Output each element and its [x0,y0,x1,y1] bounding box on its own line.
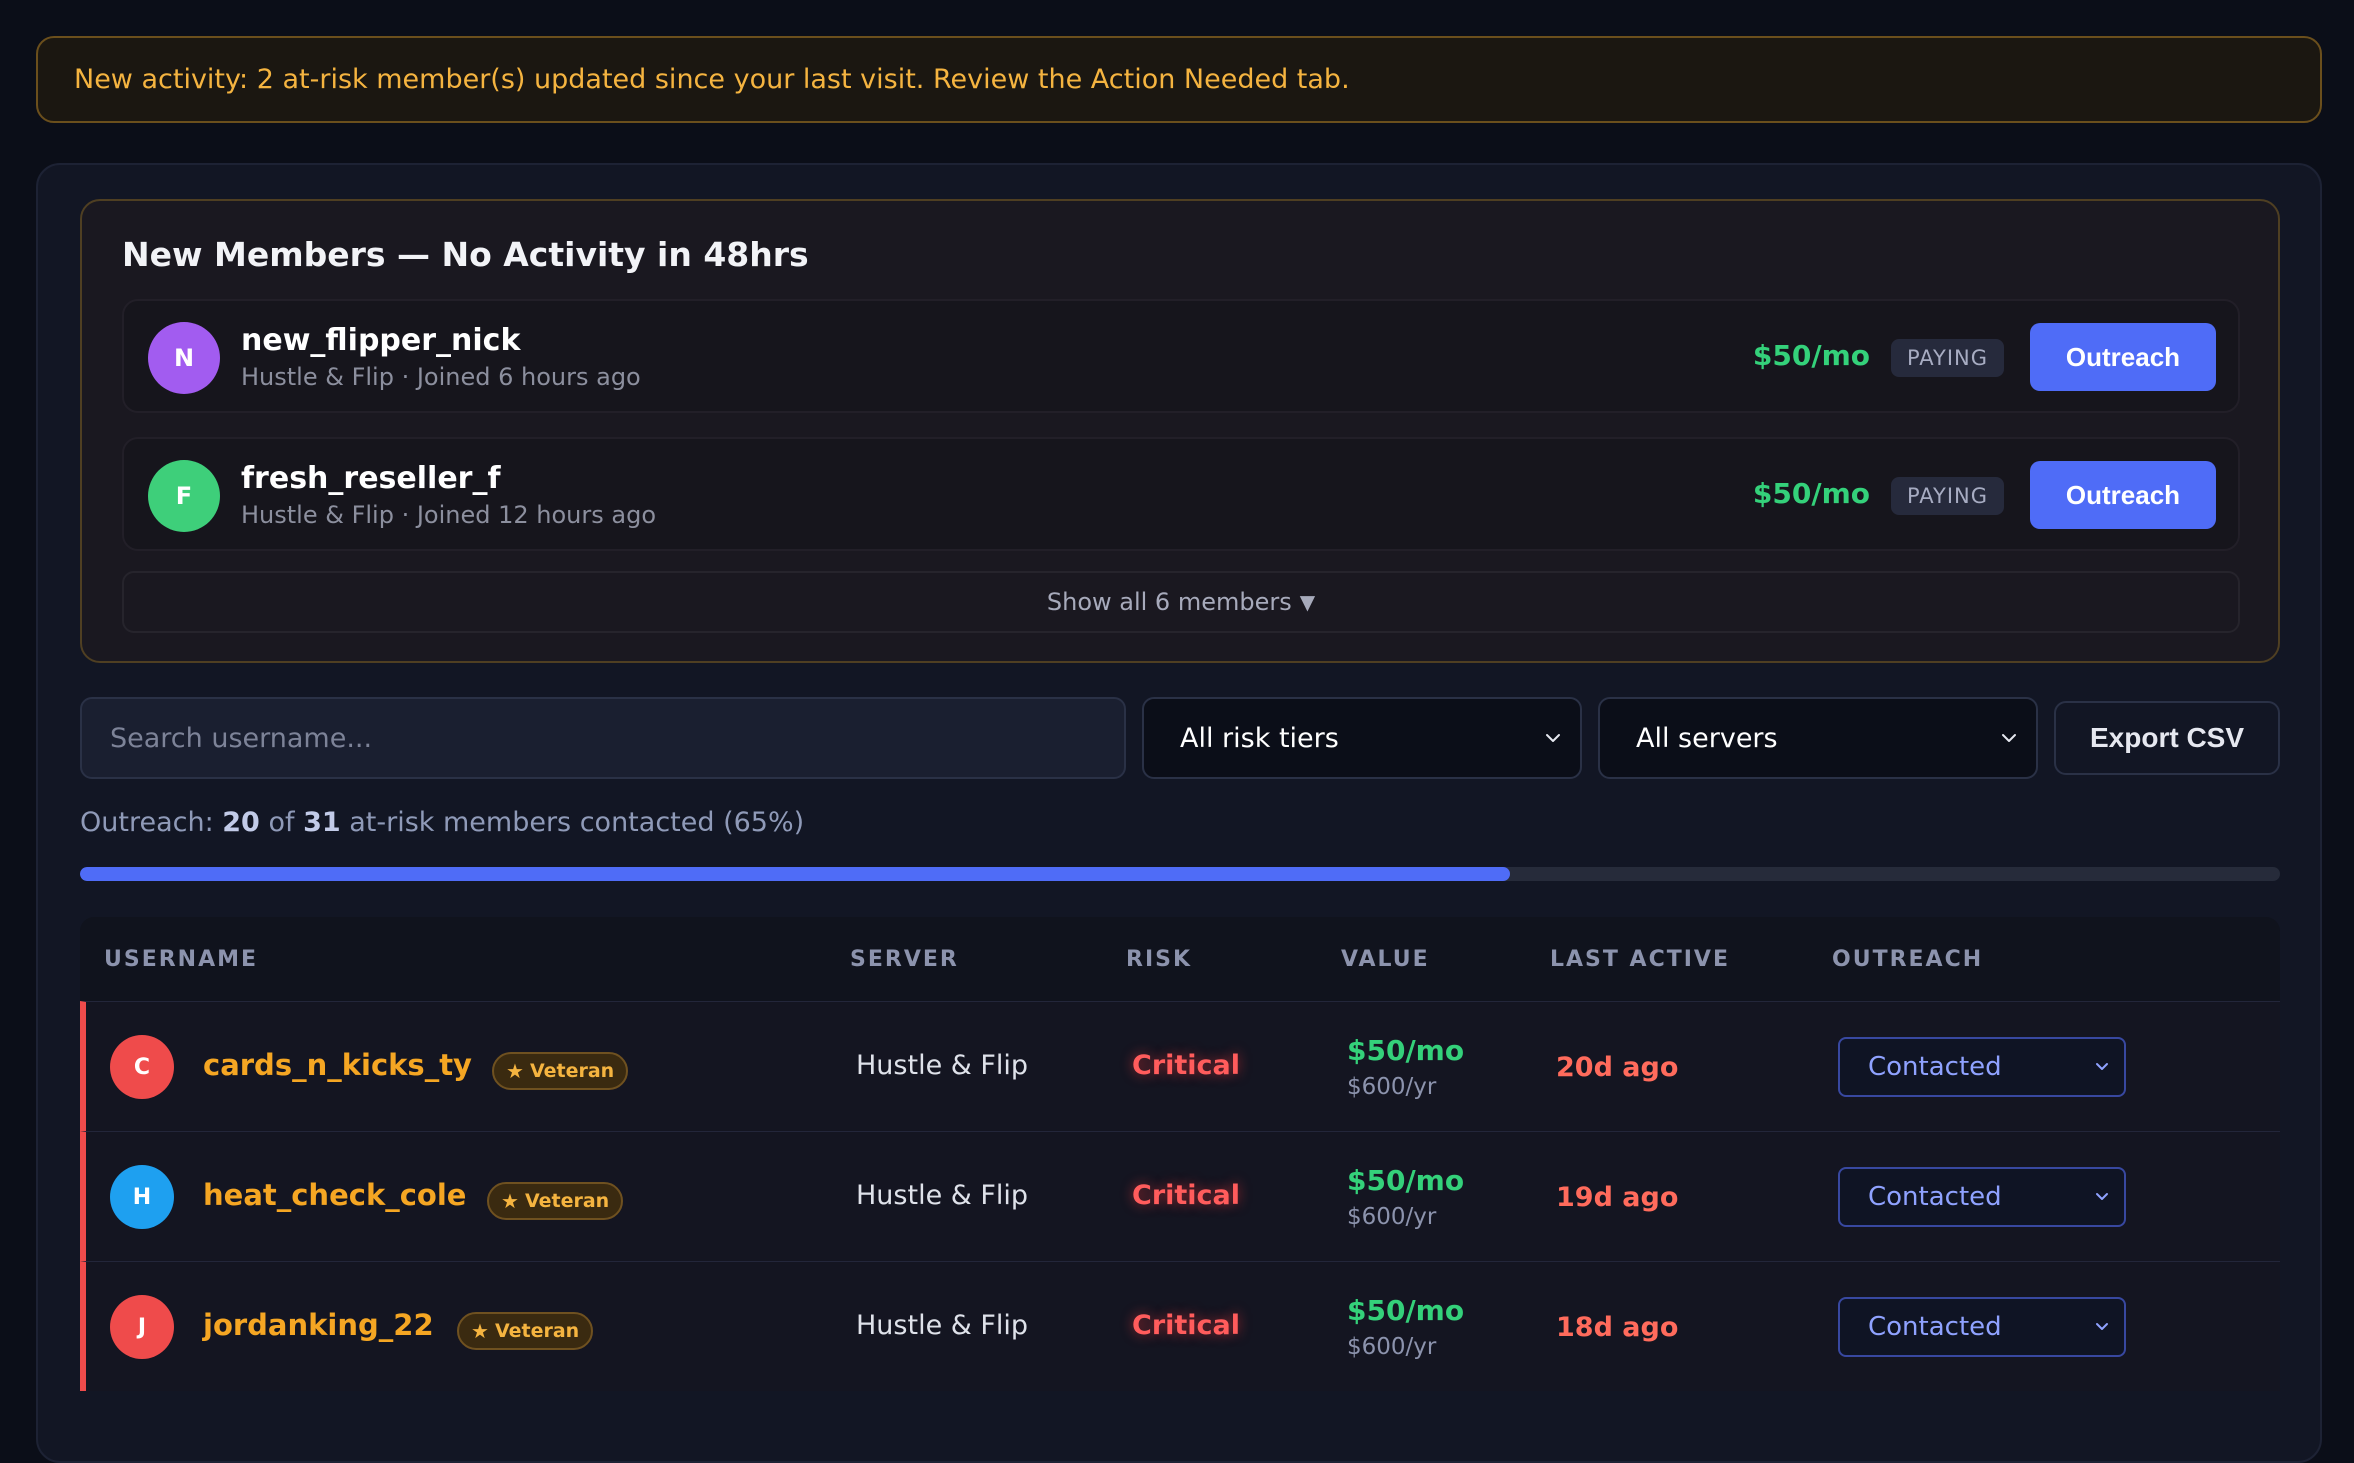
outreach-status-value: Contacted [1868,1182,2002,1212]
outreach-progress-bar [80,867,2280,881]
table-row[interactable]: C cards_n_kicks_ty ★ Veteran Hustle & Fl… [80,1001,2280,1131]
activity-banner: New activity: 2 at-risk member(s) update… [36,36,2322,123]
username[interactable]: cards_n_kicks_ty [203,1048,472,1082]
show-all-members-button[interactable]: Show all 6 members ▼ [122,571,2240,633]
value-monthly: $50/mo [1347,1164,1465,1197]
table-row[interactable]: H heat_check_cole ★ Veteran Hustle & Fli… [80,1131,2280,1261]
risk-tier-select[interactable]: All risk tiers [1142,697,1582,779]
avatar: N [148,322,220,394]
member-price: $50/mo [1752,339,1870,372]
activity-banner-text: New activity: 2 at-risk member(s) update… [74,64,1350,95]
star-icon: ★ [471,1319,489,1343]
header-outreach[interactable]: OUTREACH [1832,947,1983,972]
avatar: C [110,1035,174,1099]
new-members-title: New Members — No Activity in 48hrs [122,235,809,274]
veteran-badge-label: Veteran [524,1190,610,1212]
header-risk[interactable]: RISK [1126,947,1192,972]
new-members-card: New Members — No Activity in 48hrs N new… [80,199,2280,663]
value-yearly: $600/yr [1347,1334,1437,1360]
search-input[interactable] [80,697,1126,779]
chevron-down-icon [2002,734,2016,742]
outreach-status-select[interactable]: Contacted [1838,1167,2126,1227]
new-member-row: F fresh_reseller_f Hustle & Flip · Joine… [122,437,2240,551]
last-active-cell: 18d ago [1556,1312,1679,1343]
outreach-status-value: Contacted [1868,1052,2002,1082]
outreach-status-value: Contacted [1868,1312,2002,1342]
star-icon: ★ [506,1059,524,1083]
table-header: USERNAME SERVER RISK VALUE LAST ACTIVE O… [80,917,2280,1001]
outreach-button[interactable]: Outreach [2030,461,2216,529]
outreach-status-select[interactable]: Contacted [1838,1037,2126,1097]
username[interactable]: jordanking_22 [203,1308,434,1342]
risk-tier-value: All risk tiers [1180,722,1339,754]
avatar: J [110,1295,174,1359]
paying-badge: PAYING [1890,339,2004,377]
header-value[interactable]: VALUE [1341,947,1430,972]
table-row[interactable]: J jordanking_22 ★ Veteran Hustle & Flip … [80,1261,2280,1391]
outreach-of: of [268,807,295,838]
veteran-badge: ★ Veteran [457,1312,594,1350]
star-icon: ★ [501,1189,519,1213]
username[interactable]: heat_check_cole [203,1178,466,1212]
main-panel: New Members — No Activity in 48hrs N new… [36,163,2322,1463]
show-all-label: Show all 6 members [1046,588,1292,616]
server-cell: Hustle & Flip [856,1180,1029,1211]
avatar: F [148,460,220,532]
chevron-down-icon [2096,1323,2108,1330]
member-name: fresh_reseller_f [241,461,501,496]
chevron-down-icon [2096,1193,2108,1200]
chevron-down-icon [1546,734,1560,742]
header-username[interactable]: USERNAME [104,947,258,972]
member-price: $50/mo [1752,477,1870,510]
outreach-total-count: 31 [303,807,341,838]
chevron-down-icon [2096,1063,2108,1070]
value-monthly: $50/mo [1347,1294,1465,1327]
outreach-suffix: at-risk members contacted (65%) [349,807,805,838]
risk-cell: Critical [1132,1050,1241,1081]
paying-badge: PAYING [1890,477,2004,515]
veteran-badge: ★ Veteran [487,1182,624,1220]
server-value: All servers [1636,722,1778,754]
outreach-contacted-count: 20 [222,807,260,838]
last-active-cell: 19d ago [1556,1182,1679,1213]
outreach-prefix: Outreach: [80,807,214,838]
veteran-badge-label: Veteran [494,1320,580,1342]
outreach-progress-fill [80,867,1510,881]
outreach-button[interactable]: Outreach [2030,323,2216,391]
export-csv-button[interactable]: Export CSV [2054,701,2280,775]
value-monthly: $50/mo [1347,1034,1465,1067]
outreach-status-select[interactable]: Contacted [1838,1297,2126,1357]
header-server[interactable]: SERVER [850,947,959,972]
caret-down-icon: ▼ [1299,590,1316,614]
risk-cell: Critical [1132,1310,1241,1341]
value-yearly: $600/yr [1347,1204,1437,1230]
outreach-summary: Outreach: 20 of 31 at-risk members conta… [80,807,804,838]
last-active-cell: 20d ago [1556,1052,1679,1083]
member-name: new_flipper_nick [241,323,521,358]
risk-cell: Critical [1132,1180,1241,1211]
value-yearly: $600/yr [1347,1074,1437,1100]
new-member-row: N new_flipper_nick Hustle & Flip · Joine… [122,299,2240,413]
veteran-badge: ★ Veteran [492,1052,629,1090]
members-table: USERNAME SERVER RISK VALUE LAST ACTIVE O… [80,917,2280,1391]
avatar: H [110,1165,174,1229]
header-last-active[interactable]: LAST ACTIVE [1550,947,1730,972]
veteran-badge-label: Veteran [529,1060,615,1082]
server-cell: Hustle & Flip [856,1050,1029,1081]
server-select[interactable]: All servers [1598,697,2038,779]
member-subtitle: Hustle & Flip · Joined 6 hours ago [241,363,641,391]
server-cell: Hustle & Flip [856,1310,1029,1341]
member-subtitle: Hustle & Flip · Joined 12 hours ago [241,501,657,529]
